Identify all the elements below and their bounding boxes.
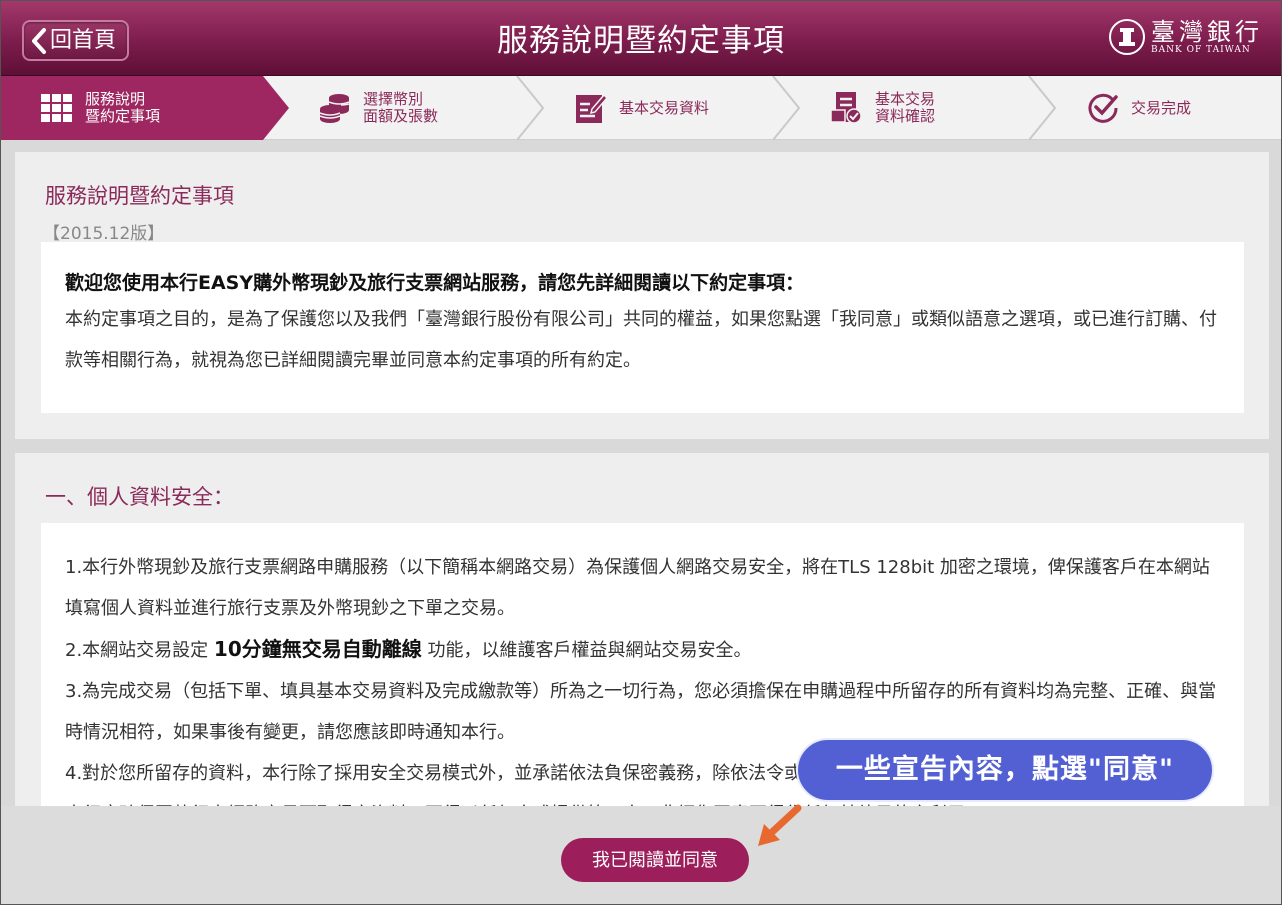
progress-steps: 服務說明 暨約定事項 選擇幣別 面額及張數 基本交易資料 基本交易 資料確認 交… <box>1 76 1281 140</box>
footer-bar: 我已閱讀並同意 <box>1 806 1281 904</box>
auto-logout-highlight: 10分鐘無交易自動離線 <box>213 637 422 661</box>
header-bar: 回首頁 服務說明暨約定事項 臺灣銀行 BANK OF TAIWAN <box>1 1 1281 76</box>
check-circle-icon <box>1087 92 1119 124</box>
step-label-line1: 交易完成 <box>1131 98 1192 117</box>
step-confirm: 基本交易 資料確認 <box>831 76 935 140</box>
intro-heading: 歡迎您使用本行EASY購外幣現鈔及旅行支票網站服務，請您先詳細閱讀以下約定事項： <box>65 272 805 294</box>
annotation-callout: 一些宣告內容，點選"同意" <box>796 738 1214 802</box>
step-currency: 選擇幣別 面額及張數 <box>319 76 438 140</box>
step-label-line1: 選擇幣別 <box>363 90 424 108</box>
annotation-arrow-icon <box>758 804 802 846</box>
intro-title: 服務說明暨約定事項 <box>45 184 234 208</box>
step-complete: 交易完成 <box>1087 76 1191 140</box>
page-title: 服務說明暨約定事項 <box>497 23 785 59</box>
bank-logo: 臺灣銀行 BANK OF TAIWAN <box>1109 19 1263 55</box>
step-label-line2: 資料確認 <box>875 107 936 125</box>
step-terms: 服務說明 暨約定事項 <box>41 76 160 140</box>
step-label-line1: 基本交易資料 <box>619 98 710 117</box>
step-separator <box>1028 76 1057 140</box>
edit-form-icon <box>575 92 607 124</box>
step-label-line1: 基本交易 <box>875 90 936 108</box>
agree-button[interactable]: 我已閱讀並同意 <box>561 838 749 882</box>
version-label: 【2015.12版】 <box>43 224 165 244</box>
step-label-line2: 面額及張數 <box>363 107 439 125</box>
bank-seal-icon <box>1109 19 1145 55</box>
terms-item-1: 1.本行外幣現鈔及旅行支票網路申購服務（以下簡稱本網路交易）為保護個人網路交易安… <box>65 557 1210 619</box>
intro-panel: 服務說明暨約定事項 【2015.12版】 歡迎您使用本行EASY購外幣現鈔及旅行… <box>15 152 1269 439</box>
step-separator <box>772 76 801 140</box>
intro-body: 本約定事項之目的，是為了保護您以及我們「臺灣銀行股份有限公司」共同的權益，如果您… <box>65 309 1217 371</box>
document-check-icon <box>831 92 863 124</box>
terms-item-2: 2.本網站交易設定 10分鐘無交易自動離線 功能，以維護客戶權益與網站交易安全。 <box>65 637 752 661</box>
step-basic-info: 基本交易資料 <box>575 76 709 140</box>
step-label-line2: 暨約定事項 <box>85 107 161 125</box>
logo-english-name: BANK OF TAIWAN <box>1151 45 1251 55</box>
coins-icon <box>319 92 351 124</box>
intro-content-box: 歡迎您使用本行EASY購外幣現鈔及旅行支票網站服務，請您先詳細閱讀以下約定事項：… <box>41 242 1244 413</box>
grid-icon <box>41 94 73 122</box>
logo-chinese-name: 臺灣銀行 <box>1151 18 1263 46</box>
step-label-line1: 服務說明 <box>85 90 146 108</box>
section-title: 一、個人資料安全： <box>45 485 234 509</box>
step-separator <box>516 76 545 140</box>
